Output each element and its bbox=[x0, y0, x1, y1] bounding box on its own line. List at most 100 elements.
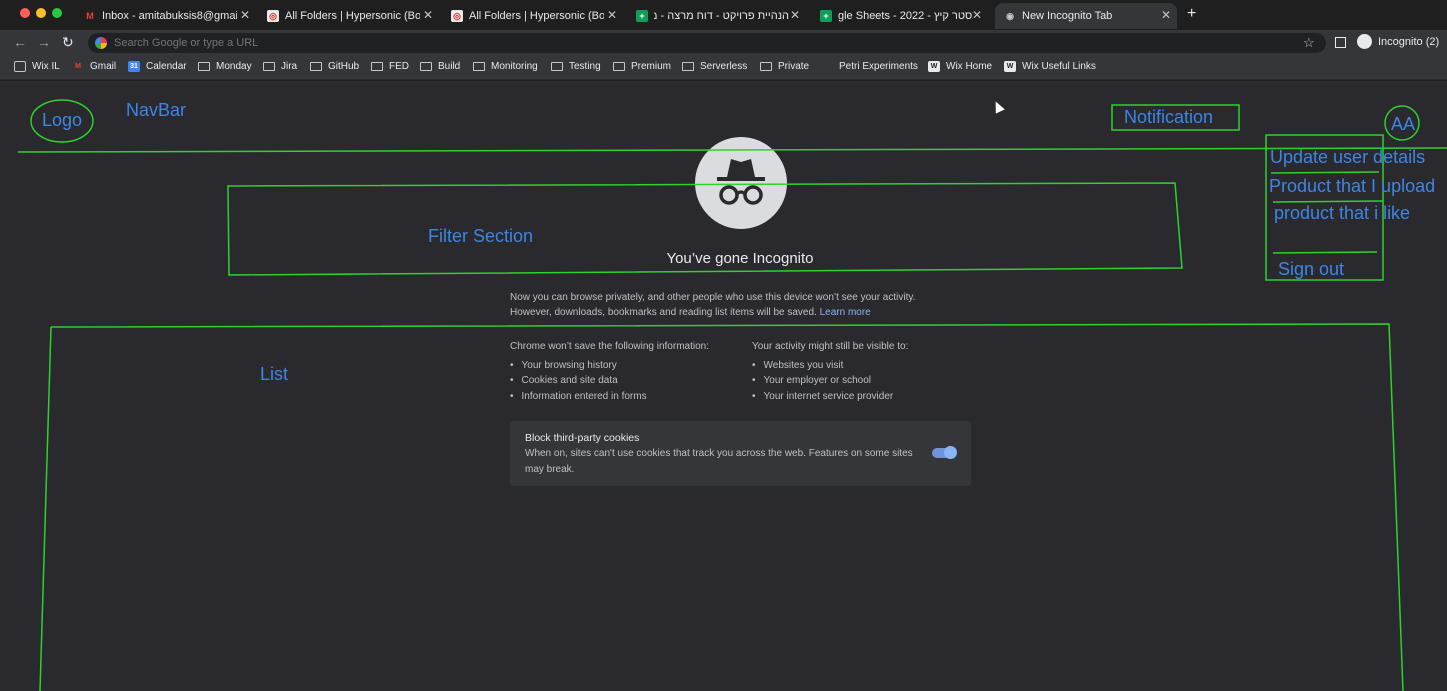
visible-column: Your activity might still be visible to:… bbox=[752, 339, 982, 404]
filter-section-label: Filter Section bbox=[428, 226, 534, 246]
wix-icon: W bbox=[928, 61, 940, 72]
intro-line: Now you can browse privately, and other … bbox=[510, 292, 916, 303]
not-saved-column: Chrome won’t save the following informat… bbox=[510, 339, 750, 404]
tab-title: gle Sheets - 2022 - סמסטר קיץ bbox=[838, 10, 973, 22]
bookmark-item[interactable]: W Wix Useful Links bbox=[1004, 61, 1096, 72]
tab-title: All Folders | Hypersonic (Board bbox=[469, 10, 604, 22]
folder-icon bbox=[551, 62, 563, 71]
bookmarks-bar: Wix IL M Gmail 31 Calendar Monday Jira Git… bbox=[0, 56, 1447, 80]
intro-line: However, downloads, bookmarks and readin… bbox=[510, 305, 980, 320]
bookmark-star-icon[interactable]: ☆ bbox=[1303, 35, 1315, 51]
tab-strip: M Inbox - amitabuksis8@gmail.c ✕ ◎ All F… bbox=[0, 0, 1447, 30]
bookmark-item[interactable]: M Gmail bbox=[72, 61, 116, 72]
cookie-title: Block third-party cookies bbox=[525, 432, 640, 444]
folder-icon bbox=[613, 62, 625, 71]
bookmark-item[interactable]: W Wix Home bbox=[928, 61, 992, 72]
tab-sheets-1[interactable]: + הנהיית פרויקט - דוח מרצה - מח ✕ bbox=[636, 3, 806, 29]
tab-hypersonic-2[interactable]: ◎ All Folders | Hypersonic (Board ✕ bbox=[451, 3, 623, 29]
close-tab-icon[interactable]: ✕ bbox=[1161, 8, 1171, 22]
bookmark-folder[interactable]: GitHub bbox=[310, 61, 359, 72]
folder-icon bbox=[198, 62, 210, 71]
folder-icon bbox=[310, 62, 322, 71]
side-panel-icon[interactable] bbox=[1335, 37, 1346, 48]
notification-label: Notification bbox=[1124, 107, 1214, 127]
not-saved-list: Your browsing history Cookies and site d… bbox=[510, 358, 750, 405]
profile-label: Incognito (2) bbox=[1378, 35, 1440, 48]
bookmark-label: Monitoring bbox=[491, 61, 538, 72]
logo-label: Logo bbox=[42, 110, 83, 130]
bookmark-folder[interactable]: Testing bbox=[551, 61, 601, 72]
close-tab-icon[interactable]: ✕ bbox=[790, 8, 800, 22]
close-tab-icon[interactable]: ✕ bbox=[240, 8, 250, 22]
folder-icon bbox=[420, 62, 432, 71]
sheets-icon: + bbox=[820, 10, 832, 22]
bookmark-label: GitHub bbox=[328, 61, 360, 72]
close-tab-icon[interactable]: ✕ bbox=[607, 8, 617, 22]
tab-title: All Folders | Hypersonic (Board bbox=[285, 10, 420, 22]
list-item: Your employer or school bbox=[752, 373, 982, 389]
bookmark-folder[interactable]: Jira bbox=[263, 61, 297, 72]
list-item: Your browsing history bbox=[510, 358, 750, 374]
learn-more-link[interactable]: Learn more bbox=[820, 307, 871, 318]
bookmark-label: Jira bbox=[281, 61, 298, 72]
close-tab-icon[interactable]: ✕ bbox=[972, 8, 982, 22]
bookmark-label: Calendar bbox=[146, 61, 187, 72]
bookmark-item[interactable]: 31 Calendar bbox=[128, 61, 187, 72]
profile-button[interactable]: Incognito (2) bbox=[1357, 34, 1439, 49]
menu-item-liked-products: product that i like bbox=[1274, 203, 1411, 223]
hypersonic-icon: ◎ bbox=[267, 10, 279, 22]
bookmark-label: Wix Useful Links bbox=[1022, 61, 1096, 72]
bookmark-label: Wix IL bbox=[32, 61, 60, 72]
incognito-page: You’ve gone Incognito Now you can browse… bbox=[0, 81, 1447, 691]
bookmark-item[interactable]: Wix IL bbox=[14, 61, 60, 72]
incognito-icon bbox=[695, 137, 787, 229]
address-bar[interactable] bbox=[88, 33, 1326, 53]
forward-arrow-icon[interactable]: → bbox=[37, 34, 51, 50]
tab-title: הנהיית פרויקט - דוח מרצה - מח bbox=[654, 10, 789, 22]
list-label: List bbox=[260, 364, 289, 384]
bookmark-label: Build bbox=[438, 61, 461, 72]
bookmark-label: Private bbox=[778, 61, 810, 72]
list-item: Websites you visit bbox=[752, 358, 982, 374]
intro-line-text: However, downloads, bookmarks and readin… bbox=[510, 307, 817, 318]
bookmark-folder[interactable]: Monday bbox=[198, 61, 252, 72]
list-item: Cookies and site data bbox=[510, 373, 750, 389]
folder-icon bbox=[371, 62, 383, 71]
bookmark-folder[interactable]: Monitoring bbox=[473, 61, 538, 72]
reload-icon[interactable]: ↻ bbox=[62, 34, 74, 51]
minimize-window-icon[interactable] bbox=[36, 8, 46, 18]
gmail-icon: M bbox=[86, 11, 94, 21]
new-tab-button[interactable]: + bbox=[1187, 5, 1196, 23]
close-tab-icon[interactable]: ✕ bbox=[423, 8, 433, 22]
intro-text: Now you can browse privately, and other … bbox=[510, 290, 980, 320]
folder-icon bbox=[263, 62, 275, 71]
bookmark-folder[interactable]: Serverless bbox=[682, 61, 747, 72]
navbar-label: NavBar bbox=[126, 100, 187, 120]
back-arrow-icon[interactable]: ← bbox=[13, 34, 27, 50]
tab-hypersonic-1[interactable]: ◎ All Folders | Hypersonic (Board ✕ bbox=[267, 3, 439, 29]
calendar-icon: 31 bbox=[128, 61, 140, 72]
incognito-icon: ◉ bbox=[1006, 10, 1014, 21]
bookmark-label: Premium bbox=[631, 61, 672, 72]
browser-window: M Inbox - amitabuksis8@gmail.c ✕ ◎ All F… bbox=[0, 0, 1447, 691]
page-title: You’ve gone Incognito bbox=[666, 250, 814, 267]
bookmark-folder[interactable]: Private bbox=[760, 61, 809, 72]
bookmark-item[interactable]: Petri Experiments bbox=[839, 61, 918, 72]
block-cookies-toggle[interactable] bbox=[932, 446, 957, 459]
close-window-icon[interactable] bbox=[20, 8, 30, 18]
menu-item-my-products: Product that I upload bbox=[1269, 176, 1436, 196]
bookmark-folder[interactable]: FED bbox=[371, 61, 409, 72]
bookmark-folder[interactable]: Premium bbox=[613, 61, 671, 72]
folder-icon bbox=[760, 62, 772, 71]
bookmark-folder[interactable]: Build bbox=[420, 61, 460, 72]
toggle-knob bbox=[944, 446, 957, 459]
bookmark-label: Monday bbox=[216, 61, 252, 72]
url-input[interactable] bbox=[114, 37, 1264, 49]
tab-gmail[interactable]: M Inbox - amitabuksis8@gmail.c ✕ bbox=[84, 3, 256, 29]
sheets-icon: + bbox=[636, 10, 648, 22]
maximize-window-icon[interactable] bbox=[52, 8, 62, 18]
bookmark-label: Serverless bbox=[700, 61, 748, 72]
tab-new-incognito[interactable]: ◉ New Incognito Tab ✕ bbox=[995, 3, 1177, 29]
wix-icon: W bbox=[1004, 61, 1016, 72]
tab-sheets-2[interactable]: + gle Sheets - 2022 - סמסטר קיץ ✕ bbox=[820, 3, 988, 29]
